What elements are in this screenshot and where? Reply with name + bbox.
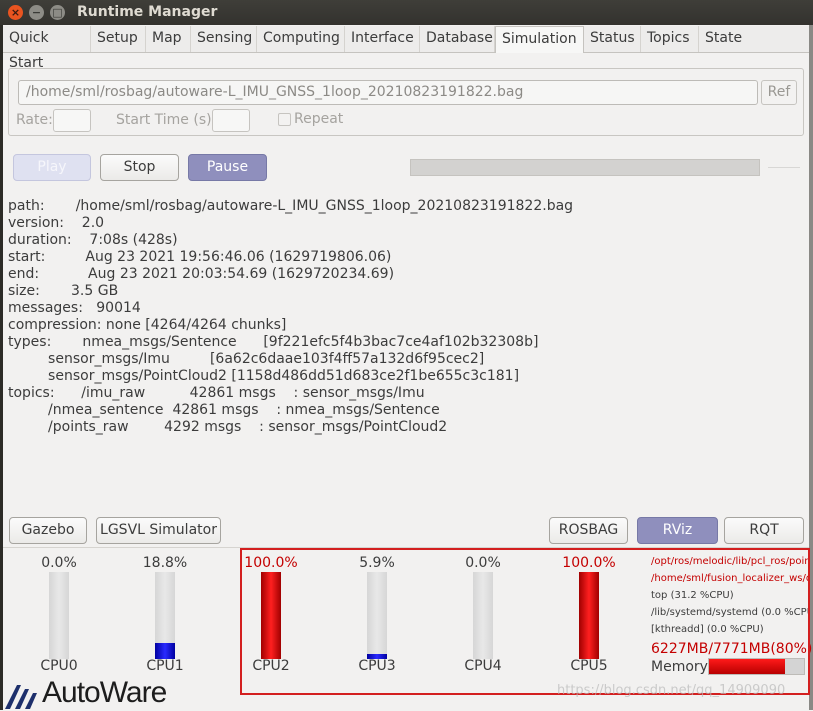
watermark-text: https://blog.csdn.net/qq_14909090 xyxy=(557,683,786,698)
tab-state[interactable]: State xyxy=(699,26,751,52)
cpu-label: CPU1 xyxy=(146,658,184,674)
pause-button[interactable]: Pause xyxy=(188,154,267,181)
tab-status[interactable]: Status xyxy=(584,26,641,52)
start-time-label: Start Time (s): xyxy=(116,112,217,128)
rqt-button[interactable]: RQT xyxy=(724,517,804,544)
cpu-bar xyxy=(49,572,69,659)
highlight-annotation xyxy=(240,548,810,695)
cpu-percent: 18.8% xyxy=(142,555,188,571)
minimize-window-button[interactable]: − xyxy=(29,5,44,20)
window-titlebar: × − □ Runtime Manager xyxy=(0,0,813,25)
tab-map[interactable]: Map xyxy=(146,26,191,52)
lgsvl-simulator-button[interactable]: LGSVL Simulator xyxy=(96,517,221,544)
autoware-logo-text: AutoWare xyxy=(42,676,167,709)
bag-info-text: path: /home/sml/rosbag/autoware-L_IMU_GN… xyxy=(8,198,573,436)
bag-info-line: size: 3.5 GB xyxy=(8,283,119,299)
rate-input[interactable] xyxy=(53,109,91,132)
tab-setup[interactable]: Setup xyxy=(91,26,146,52)
cpu-bar xyxy=(155,572,175,659)
playback-progress-bar xyxy=(410,159,760,176)
autoware-logo-icon xyxy=(5,685,37,709)
bag-info-line: version: 2.0 xyxy=(8,215,105,231)
window-title: Runtime Manager xyxy=(77,4,218,20)
bag-info-line: sensor_msgs/PointCloud2 [1158d486dd51d68… xyxy=(8,368,520,384)
maximize-window-button[interactable]: □ xyxy=(50,5,65,20)
tab-database[interactable]: Database xyxy=(420,26,495,52)
bag-info-line: sensor_msgs/Imu [6a62c6daae103f4ff57a132… xyxy=(8,351,485,367)
bag-info-line: topics: /imu_raw 42861 msgs : sensor_msg… xyxy=(8,385,425,401)
cpu-bar-fill xyxy=(155,642,175,659)
rate-label: Rate: xyxy=(16,112,53,128)
bag-info-line: messages: 90014 xyxy=(8,300,141,316)
cpu-label: CPU0 xyxy=(40,658,78,674)
bag-info-line: types: nmea_msgs/Sentence [9f221efc5f4b3… xyxy=(8,334,539,350)
tab-interface[interactable]: Interface xyxy=(345,26,420,52)
progress-separator xyxy=(768,167,800,168)
repeat-checkbox[interactable] xyxy=(278,113,291,126)
tab-computing[interactable]: Computing xyxy=(257,26,345,52)
cpu-percent: 0.0% xyxy=(41,555,77,571)
bag-info-line: compression: none [4264/4264 chunks] xyxy=(8,317,287,333)
bag-info-line: duration: 7:08s (428s) xyxy=(8,232,178,248)
close-window-button[interactable]: × xyxy=(8,5,23,20)
gazebo-button[interactable]: Gazebo xyxy=(9,517,87,544)
bag-info-line: start: Aug 23 2021 19:56:46.06 (16297198… xyxy=(8,249,392,265)
bag-info-line: /points_raw 4292 msgs : sensor_msgs/Poin… xyxy=(8,419,448,435)
rosbag-button[interactable]: ROSBAG xyxy=(549,517,628,544)
tab-simulation[interactable]: Simulation xyxy=(495,26,584,53)
bag-info-line: path: /home/sml/rosbag/autoware-L_IMU_GN… xyxy=(8,198,574,214)
repeat-label: Repeat xyxy=(294,111,344,127)
tab-sensing[interactable]: Sensing xyxy=(191,26,257,52)
stop-button[interactable]: Stop xyxy=(100,154,179,181)
tab-topics[interactable]: Topics xyxy=(641,26,699,52)
bag-info-line: /nmea_sentence 42861 msgs : nmea_msgs/Se… xyxy=(8,402,440,418)
tab-quick-start[interactable]: Quick Start xyxy=(3,26,91,71)
rviz-button[interactable]: RViz xyxy=(637,517,718,544)
start-time-input[interactable] xyxy=(212,109,250,132)
ref-button[interactable]: Ref xyxy=(761,80,797,105)
play-button[interactable]: Play xyxy=(13,154,91,181)
tab-bar: Quick Start Setup Map Sensing Computing … xyxy=(3,26,809,71)
bag-path-field[interactable]: /home/sml/rosbag/autoware-L_IMU_GNSS_1lo… xyxy=(18,80,758,105)
bag-info-line: end: Aug 23 2021 20:03:54.69 (1629720234… xyxy=(8,266,395,282)
